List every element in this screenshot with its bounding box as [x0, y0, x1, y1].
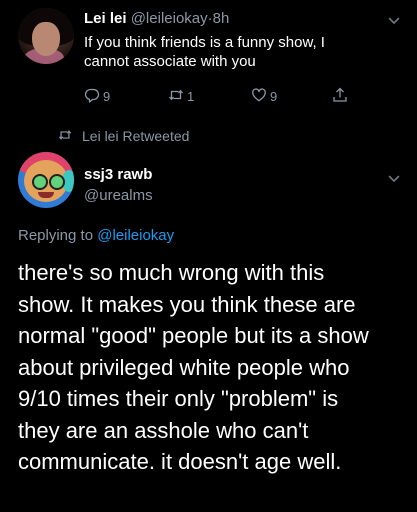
- chevron-down-icon[interactable]: [388, 14, 400, 26]
- chevron-down-icon[interactable]: [388, 172, 400, 184]
- like-count: 9: [270, 88, 278, 104]
- user-handle[interactable]: @leileiokay: [131, 10, 208, 27]
- retweet-count: 1: [187, 88, 195, 104]
- tweet-text-line: they are an asshole who can't: [18, 417, 309, 443]
- tweet-text-line: there's so much wrong with this: [18, 260, 325, 285]
- reply-button[interactable]: 9: [84, 86, 110, 106]
- retweet-label[interactable]: Lei lei Retweeted: [58, 127, 189, 145]
- share-button[interactable]: [332, 86, 348, 106]
- display-name[interactable]: ssj3 rawb: [84, 166, 152, 183]
- tweet-text-line: 9/10 times their only "problem" is: [18, 386, 339, 411]
- tweet-text-line: about privileged white people who: [18, 354, 350, 380]
- tweet-text-line: normal "good" people but its a show: [18, 323, 369, 348]
- retweet-icon: [58, 128, 82, 145]
- retweet-button[interactable]: 1: [168, 86, 194, 106]
- tweet-actions: 9 1 9: [84, 86, 384, 106]
- replying-to: Replying to @leileiokay: [18, 227, 174, 244]
- tweet-lei-lei[interactable]: Lei lei @leileiokay·8h If you think frie…: [0, 0, 417, 120]
- tweet-text-line: communicate. it doesn't age well.: [18, 449, 342, 474]
- user-handle[interactable]: @urealms: [84, 187, 153, 204]
- like-button[interactable]: 9: [251, 86, 277, 106]
- retweet-icon: [168, 87, 184, 106]
- tweet-text-line: show. It makes you think these are: [18, 291, 356, 317]
- tweet-text: If you think friends is a funny show, I …: [84, 33, 394, 71]
- tweet-text-line: If you think friends is a funny show, I: [84, 34, 325, 51]
- tweet-text: there's so much wrong with this show. It…: [18, 257, 408, 478]
- avatar[interactable]: [18, 8, 74, 64]
- replying-to-prefix: Replying to: [18, 227, 94, 244]
- retweet-label-text: Lei lei Retweeted: [82, 128, 190, 144]
- display-name[interactable]: Lei lei: [84, 10, 127, 27]
- reply-count: 9: [103, 88, 111, 104]
- timestamp[interactable]: 8h: [213, 10, 230, 27]
- replying-to-handle[interactable]: @leileiokay: [97, 227, 174, 244]
- avatar[interactable]: [18, 152, 74, 208]
- tweet-header: Lei lei @leileiokay·8h: [84, 10, 229, 27]
- reply-icon: [84, 87, 100, 106]
- share-icon: [332, 87, 348, 106]
- tweet-text-line: cannot associate with you: [84, 53, 256, 70]
- heart-icon: [251, 87, 267, 106]
